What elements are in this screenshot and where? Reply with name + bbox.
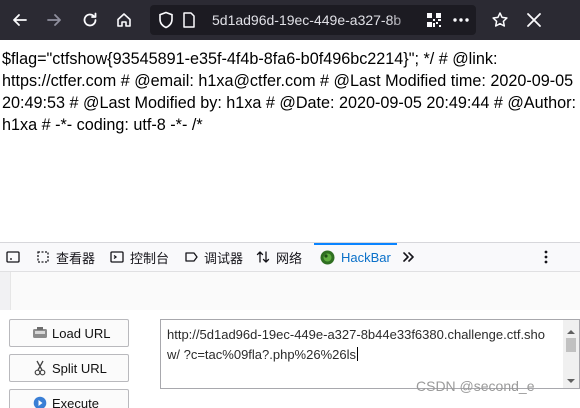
network-icon: [256, 250, 270, 264]
tab-console[interactable]: 控制台: [110, 243, 169, 271]
devtools-tabbar: 查看器 控制台 调试器 网络 HackBar: [0, 243, 580, 272]
shield-icon[interactable]: [158, 11, 174, 34]
tab-hackbar[interactable]: HackBar: [314, 243, 397, 271]
scroll-thumb[interactable]: [566, 338, 576, 352]
split-url-label: Split URL: [52, 360, 107, 376]
inspector-icon: [36, 250, 50, 264]
devtools-dock-icon[interactable]: [6, 243, 20, 271]
play-icon: [32, 395, 48, 408]
star-icon[interactable]: [486, 6, 514, 34]
reload-icon[interactable]: [76, 6, 104, 34]
tab-label: 查看器: [56, 250, 96, 266]
watermark: CSDN @second_e: [416, 378, 535, 394]
load-url-button[interactable]: Load URL: [9, 319, 129, 347]
page-icon: [182, 12, 196, 33]
console-icon: [110, 250, 124, 264]
more-icon[interactable]: [452, 10, 470, 35]
browser-toolbar: 5d1ad96d-19ec-449e-a327-8b: [0, 0, 580, 40]
textarea-scrollbar[interactable]: [563, 320, 579, 388]
forward-icon[interactable]: [40, 6, 68, 34]
execute-button[interactable]: Execute: [9, 389, 129, 408]
tab-label: HackBar: [341, 249, 391, 265]
scroll-down-icon[interactable]: [566, 372, 576, 390]
url-bar[interactable]: 5d1ad96d-19ec-449e-a327-8b: [150, 5, 476, 35]
home-icon[interactable]: [110, 6, 138, 34]
browser-window: 5d1ad96d-19ec-449e-a327-8b $flag="ctfsho…: [0, 0, 580, 408]
hackbar-icon: [320, 250, 335, 265]
tab-label: 控制台: [130, 250, 170, 266]
extension-icon[interactable]: [520, 6, 548, 34]
tab-label: 调试器: [204, 250, 244, 266]
scissors-icon: [32, 360, 48, 376]
load-url-icon: [32, 325, 48, 341]
hackbar-url-value[interactable]: http://5d1ad96d-19ec-449e-a327-8b44e33f6…: [167, 325, 557, 365]
devtools-more-icon[interactable]: [544, 243, 548, 271]
back-icon[interactable]: [6, 6, 34, 34]
url-text[interactable]: 5d1ad96d-19ec-449e-a327-8b: [212, 12, 420, 30]
tab-label: 网络: [276, 250, 303, 266]
hackbar-toolbar: [0, 272, 580, 310]
page-body-text: $flag="ctfshow{93545891-e35f-4f4b-8fa6-b…: [2, 50, 576, 134]
tab-network[interactable]: 网络: [256, 243, 302, 271]
double-chevron-icon[interactable]: [402, 243, 416, 271]
execute-label: Execute: [52, 395, 99, 408]
tab-inspector[interactable]: 查看器: [36, 243, 95, 271]
hackbar-toolbar-inner: [10, 272, 580, 310]
load-url-label: Load URL: [52, 325, 111, 341]
debugger-icon: [184, 250, 198, 264]
tab-debugger[interactable]: 调试器: [184, 243, 243, 271]
split-url-button[interactable]: Split URL: [9, 354, 129, 382]
qr-code-icon[interactable]: [426, 12, 442, 33]
